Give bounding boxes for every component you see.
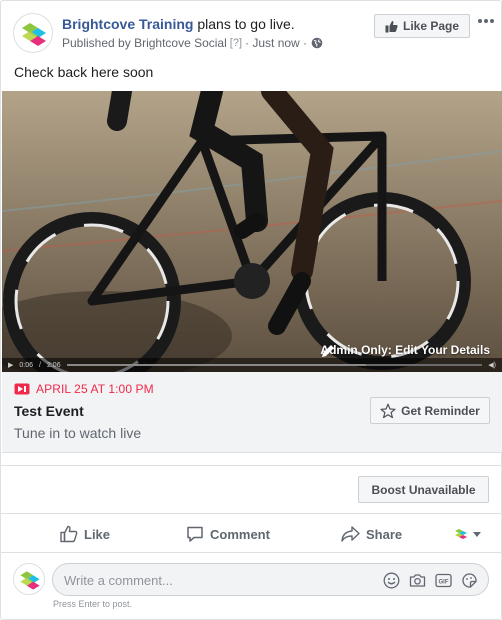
share-button[interactable]: Share: [341, 523, 402, 545]
publisher-name[interactable]: Brightcove Social: [134, 36, 227, 50]
brightcove-logo-icon: [20, 571, 40, 590]
star-icon: [380, 403, 396, 418]
get-reminder-label: Get Reminder: [401, 403, 480, 418]
divider: [1, 552, 501, 553]
more-dots-icon: [478, 19, 482, 23]
post-headline: Brightcove Training plans to go live.: [62, 16, 295, 32]
globe-icon: [311, 37, 323, 49]
volume-icon[interactable]: ◀): [488, 361, 496, 369]
comment-button[interactable]: Comment: [186, 523, 270, 545]
comment-box: GIF: [52, 563, 489, 596]
post-message: Check back here soon: [14, 64, 154, 80]
comment-tools: GIF: [383, 572, 478, 589]
page-name-link[interactable]: Brightcove Training: [62, 16, 193, 32]
post-options-button[interactable]: [475, 11, 497, 31]
post-action-text: plans to go live.: [193, 16, 295, 32]
cyclist-image: [2, 91, 502, 372]
pencil-icon: [322, 345, 335, 357]
post-as-selector[interactable]: [453, 523, 481, 545]
like-page-button[interactable]: Like Page: [374, 14, 470, 38]
share-label: Share: [366, 526, 403, 542]
like-page-label: Like Page: [402, 19, 460, 33]
play-icon[interactable]: ▶: [8, 361, 13, 369]
emoji-icon[interactable]: [383, 572, 400, 589]
get-reminder-button[interactable]: Get Reminder: [370, 397, 490, 424]
publisher-info-marker[interactable]: [?]: [230, 37, 242, 49]
event-date: APRIL 25 AT 1:00 PM: [36, 382, 154, 396]
post-meta: Published by Brightcove Social [?] · Jus…: [62, 36, 323, 50]
published-by-label: Published by: [62, 36, 131, 50]
video-progress-bar[interactable]: [66, 364, 483, 366]
video-progress-fill: [66, 364, 366, 366]
event-title[interactable]: Test Event: [14, 403, 84, 419]
share-icon: [341, 526, 360, 542]
post-timestamp[interactable]: · Just now ·: [245, 36, 307, 50]
gif-icon[interactable]: GIF: [435, 572, 452, 589]
sticker-icon[interactable]: [461, 572, 478, 589]
live-video-icon: [14, 383, 30, 395]
post-action-bar: Like Comment Share: [1, 514, 501, 552]
event-date-row: APRIL 25 AT 1:00 PM: [14, 382, 154, 396]
comment-hint: Press Enter to post.: [53, 599, 133, 609]
video-controls: ▶ 0:06 / 2:06 ◀): [2, 358, 502, 372]
camera-icon[interactable]: [409, 572, 426, 589]
thumbs-up-icon: [385, 20, 398, 32]
admin-edit-label: Admin Only: Edit Your Details: [320, 343, 490, 357]
video-preview[interactable]: Admin Only: Edit Your Details ▶ 0:06 / 2…: [2, 91, 502, 372]
comment-input[interactable]: [64, 571, 364, 589]
boost-button[interactable]: Boost Unavailable: [358, 476, 489, 503]
comment-label: Comment: [210, 526, 270, 542]
post-header: Brightcove Training plans to go live. Pu…: [1, 1, 501, 63]
comment-icon: [187, 526, 203, 542]
like-button[interactable]: Like: [60, 523, 110, 545]
thumbs-up-icon: [60, 525, 78, 543]
video-time-total: 2:06: [46, 361, 61, 369]
video-time-current: 0:06: [19, 361, 34, 369]
event-subtitle: Tune in to watch live: [14, 425, 142, 441]
brightcove-logo-icon: [455, 529, 467, 539]
divider: [1, 465, 501, 466]
post-card: Brightcove Training plans to go live. Pu…: [0, 0, 502, 620]
like-label: Like: [84, 526, 111, 542]
boost-label: Boost Unavailable: [371, 482, 476, 497]
brightcove-logo-icon: [22, 23, 46, 46]
chevron-down-icon: [473, 531, 481, 537]
commenter-avatar: [13, 563, 45, 595]
page-avatar[interactable]: [13, 13, 53, 53]
admin-edit-link[interactable]: Admin Only: Edit Your Details: [320, 343, 490, 357]
live-event-section: APRIL 25 AT 1:00 PM Test Event Tune in t…: [2, 372, 502, 453]
svg-text:GIF: GIF: [439, 579, 449, 585]
